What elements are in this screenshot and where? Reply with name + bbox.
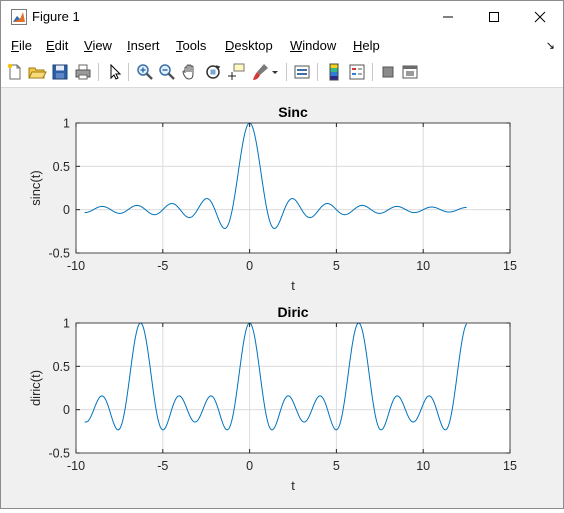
x-tick-label: -10 (67, 259, 85, 273)
show-plot-tools-icon[interactable] (400, 62, 420, 82)
colorbar-icon[interactable] (324, 62, 344, 82)
rotate-3d-icon[interactable] (203, 62, 223, 82)
y-axis-label: sinc(t) (28, 170, 43, 205)
plot-area[interactable] (76, 323, 510, 453)
toolbar-separator (372, 63, 373, 81)
toolbar-separator (98, 63, 99, 81)
menu-file[interactable]: File (11, 38, 32, 53)
pan-icon[interactable] (180, 62, 200, 82)
y-tick-label: 0 (63, 403, 70, 417)
y-tick-label: 0.5 (53, 360, 70, 374)
menu-bar: File Edit View Insert Tools Desktop Wind… (1, 33, 563, 57)
link-plot-icon[interactable] (292, 62, 312, 82)
x-tick-label: 0 (246, 459, 253, 473)
y-tick-label: 1 (63, 317, 70, 331)
x-tick-label: 0 (246, 259, 253, 273)
figure-canvas[interactable]: -10 -5 0 5 10 15 -0.5 0 0.5 1 Sinc t sinc(t) -10 -5 0 5 1… (1, 88, 563, 508)
y-tick-label: 1 (63, 117, 70, 131)
x-tick-label: 5 (333, 259, 340, 273)
x-tick-label: -10 (67, 459, 85, 473)
figure-window: Figure 1 File Edit View Insert Tools Des… (0, 0, 564, 509)
figure-toolbar (1, 57, 563, 88)
y-tick-label: 0 (63, 203, 70, 217)
new-figure-icon[interactable] (5, 62, 25, 82)
toolbar-separator (128, 63, 129, 81)
data-cursor-icon[interactable] (226, 62, 246, 82)
menu-help[interactable]: Help (353, 38, 380, 53)
plot-area[interactable] (76, 123, 510, 253)
print-icon[interactable] (73, 62, 93, 82)
x-tick-label: 10 (416, 459, 430, 473)
minimize-icon (443, 16, 453, 18)
title-bar[interactable]: Figure 1 (1, 1, 563, 33)
save-icon[interactable] (50, 62, 70, 82)
brush-icon[interactable] (250, 62, 270, 82)
x-axis-label: t (291, 478, 295, 493)
zoom-out-icon[interactable] (157, 62, 177, 82)
x-tick-label: -5 (157, 459, 168, 473)
close-icon (534, 11, 546, 23)
menu-tools[interactable]: Tools (176, 38, 206, 53)
menu-insert[interactable]: Insert (127, 38, 160, 53)
menu-desktop[interactable]: Desktop (225, 38, 273, 53)
window-title: Figure 1 (32, 9, 80, 24)
plots-svg: -10 -5 0 5 10 15-0.500.51Sinctsinc(t)-10 -5 0 5 1… (28, 104, 517, 493)
matlab-icon (11, 9, 27, 25)
brush-dropdown-icon[interactable] (269, 62, 281, 82)
toolbar-separator (317, 63, 318, 81)
x-tick-label: 10 (416, 259, 430, 273)
menu-view[interactable]: View (84, 38, 112, 53)
legend-icon[interactable] (347, 62, 367, 82)
x-tick-label: 15 (503, 259, 517, 273)
minimize-button[interactable] (425, 1, 471, 33)
menu-window[interactable]: Window (290, 38, 336, 53)
dock-figure-icon[interactable]: ↘ (546, 39, 555, 52)
menu-edit[interactable]: Edit (46, 38, 68, 53)
y-axis-label: diric(t) (28, 370, 43, 406)
hide-plot-tools-icon[interactable] (378, 62, 398, 82)
y-tick-label: 0.5 (53, 160, 70, 174)
x-tick-label: -5 (157, 259, 168, 273)
maximize-icon (489, 12, 499, 22)
toolbar-separator (286, 63, 287, 81)
x-tick-label: 5 (333, 459, 340, 473)
chart-title: Sinc (278, 104, 308, 120)
x-tick-label: 15 (503, 459, 517, 473)
y-tick-label: -0.5 (48, 247, 70, 261)
zoom-in-icon[interactable] (135, 62, 155, 82)
open-file-icon[interactable] (27, 62, 47, 82)
chart-title: Diric (277, 304, 308, 320)
close-button[interactable] (517, 1, 563, 33)
y-tick-label: -0.5 (48, 447, 70, 461)
x-axis-label: t (291, 278, 295, 293)
pointer-icon[interactable] (105, 62, 125, 82)
maximize-button[interactable] (471, 1, 517, 33)
